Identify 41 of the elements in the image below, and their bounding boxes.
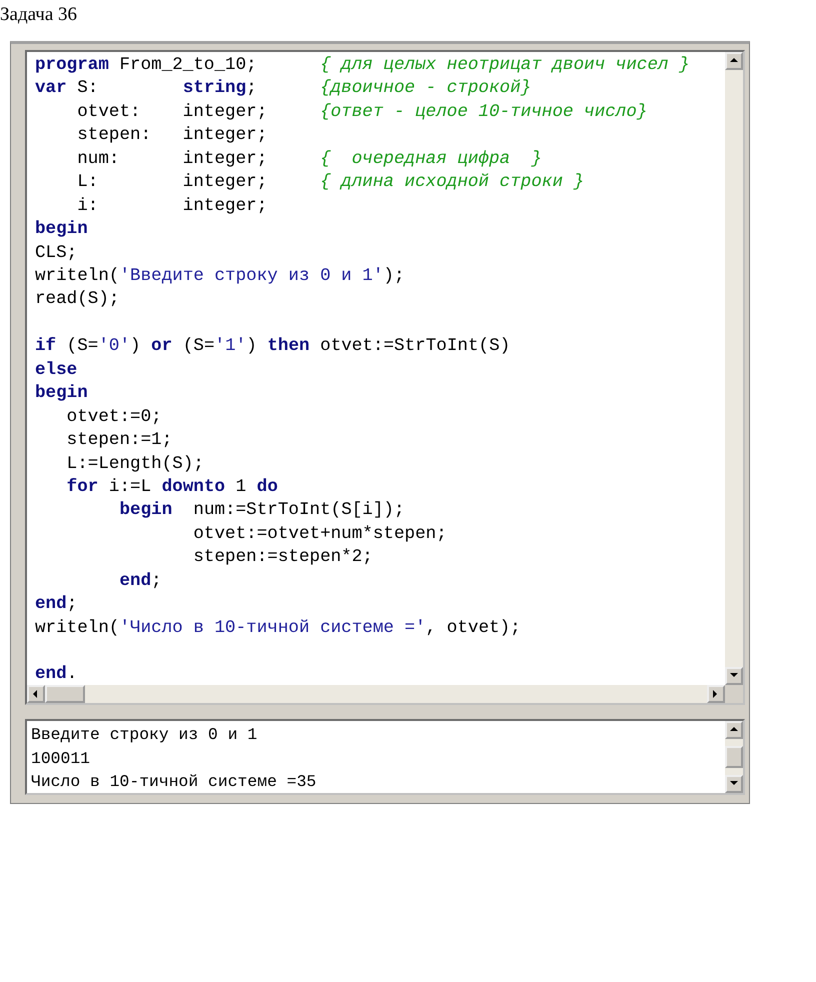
vertical-scrollbar[interactable] (725, 52, 743, 685)
code-comment: { для целых неотрицат двоич чисел } (320, 54, 690, 77)
code-line: end; (118, 570, 162, 593)
code-line: var S: string; (35, 77, 257, 100)
code-line: read(S); (35, 288, 120, 312)
scrollbar-corner (725, 685, 743, 703)
code-line: num: integer; (76, 148, 268, 171)
code-line: writeln('Введите строку из 0 и 1'); (35, 265, 405, 288)
code-line: begin num:=StrToInt(S[i]); (118, 499, 405, 522)
code-line: end; (35, 593, 78, 616)
code-line: stepen:=stepen*2; (192, 546, 373, 570)
code-line: program From_2_to_10; (35, 54, 257, 77)
code-line: else (35, 358, 78, 382)
code-line: end. (35, 663, 78, 685)
code-line: CLS; (35, 242, 78, 265)
output-line: 100011 (31, 748, 90, 770)
code-line: for i:=L downto 1 do (66, 476, 278, 499)
code-comment: { длина исходной строки } (320, 171, 584, 194)
code-line: begin (35, 218, 88, 242)
output-line: Введите строку из 0 и 1 (31, 724, 258, 746)
code-comment: {ответ - целое 10-тичное число} (320, 100, 648, 124)
code-line: L: integer; (76, 171, 268, 194)
code-line: stepen: integer; (76, 124, 268, 148)
scroll-thumb[interactable] (725, 746, 743, 768)
output-line: Число в 10-тичной системе =35 (31, 771, 316, 793)
code-line: begin (35, 382, 88, 406)
scroll-thumb[interactable] (45, 685, 85, 703)
code-line: if (S='0') or (S='1') then otvet:=StrToInt(S) (35, 335, 510, 358)
code-comment: {двоичное - строкой} (320, 77, 532, 100)
code-line: writeln('Число в 10-тичной системе =', otvet); (35, 616, 521, 640)
task-heading: Задача 36 (0, 3, 78, 27)
code-line: otvet:=0; (66, 406, 162, 429)
vertical-scrollbar[interactable] (725, 721, 743, 793)
horizontal-scrollbar[interactable] (27, 685, 743, 703)
code-line: otvet:=otvet+num*stepen; (192, 522, 447, 546)
code-line: L:=Length(S); (66, 452, 204, 476)
code-editor[interactable] (25, 50, 745, 705)
code-line: stepen:=1; (66, 429, 172, 452)
code-line: i: integer; (76, 194, 268, 218)
code-line: otvet: integer; (76, 100, 268, 124)
code-comment: { очередная цифра } (320, 148, 542, 171)
